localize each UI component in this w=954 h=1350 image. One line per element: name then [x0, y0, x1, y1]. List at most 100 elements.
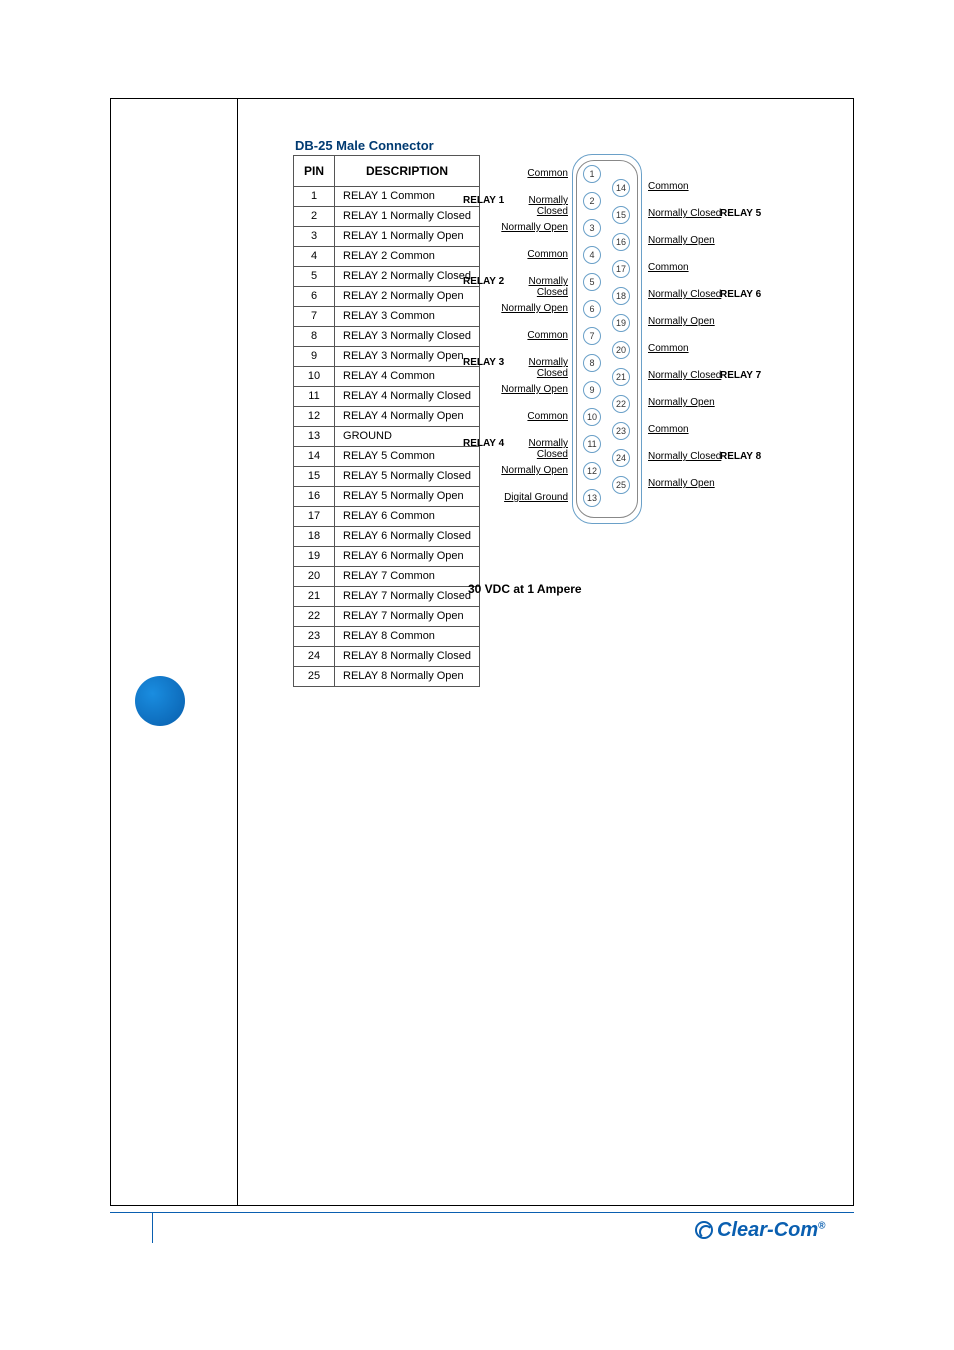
signal-label-right: Common [648, 262, 723, 273]
signal-label-left: Common [498, 411, 568, 422]
col-pin: PIN [294, 156, 335, 187]
relay-label-left: RELAY 2 [463, 276, 504, 287]
signal-label-left: Common [498, 330, 568, 341]
table-row: 22RELAY 7 Normally Open [294, 607, 480, 627]
desc-cell: RELAY 8 Normally Open [335, 667, 480, 687]
pin-cell: 1 [294, 187, 335, 207]
pin-cell: 8 [294, 327, 335, 347]
pin-cell: 13 [294, 427, 335, 447]
desc-cell: RELAY 5 Common [335, 447, 480, 467]
desc-cell: RELAY 6 Normally Open [335, 547, 480, 567]
signal-label-right: Common [648, 181, 723, 192]
signal-label-left: Common [498, 168, 568, 179]
table-row: 19RELAY 6 Normally Open [294, 547, 480, 567]
desc-cell: RELAY 5 Normally Open [335, 487, 480, 507]
pin-circle: 14 [612, 179, 630, 197]
pin-cell: 25 [294, 667, 335, 687]
desc-cell: RELAY 6 Normally Closed [335, 527, 480, 547]
table-row: 3RELAY 1 Normally Open [294, 227, 480, 247]
signal-label-left: Normally Open [498, 465, 568, 476]
pin-cell: 3 [294, 227, 335, 247]
pin-cell: 20 [294, 567, 335, 587]
voltage-rating: 30 VDC at 1 Ampere [468, 582, 582, 596]
signal-label-right: Normally Open [648, 478, 723, 489]
desc-cell: RELAY 2 Common [335, 247, 480, 267]
footer-rule-vertical [152, 1213, 153, 1243]
pin-cell: 2 [294, 207, 335, 227]
relay-label-left: RELAY 4 [463, 438, 504, 449]
pin-cell: 22 [294, 607, 335, 627]
pin-description-table: PIN DESCRIPTION 1RELAY 1 Common2RELAY 1 … [293, 155, 480, 687]
desc-cell: RELAY 7 Common [335, 567, 480, 587]
table-row: 4RELAY 2 Common [294, 247, 480, 267]
pin-circle: 15 [612, 206, 630, 224]
relay-label-right: RELAY 8 [720, 451, 761, 462]
desc-cell: RELAY 7 Normally Closed [335, 587, 480, 607]
signal-label-left: Normally Open [498, 303, 568, 314]
relay-label-left: RELAY 1 [463, 195, 504, 206]
desc-cell: RELAY 8 Common [335, 627, 480, 647]
desc-cell: RELAY 7 Normally Open [335, 607, 480, 627]
pin-circle: 22 [612, 395, 630, 413]
pin-circle: 24 [612, 449, 630, 467]
note-bullet-icon [135, 676, 185, 726]
pin-cell: 6 [294, 287, 335, 307]
pin-circle: 10 [583, 408, 601, 426]
pin-circle: 18 [612, 287, 630, 305]
table-row: 2RELAY 1 Normally Closed [294, 207, 480, 227]
margin-column [110, 98, 238, 1206]
pin-circle: 8 [583, 354, 601, 372]
pin-circle: 1 [583, 165, 601, 183]
pin-circle: 17 [612, 260, 630, 278]
relay-label-right: RELAY 6 [720, 289, 761, 300]
desc-cell: RELAY 4 Common [335, 367, 480, 387]
desc-cell: GROUND [335, 427, 480, 447]
signal-label-left: Normally Closed [498, 357, 568, 379]
pin-cell: 24 [294, 647, 335, 667]
table-row: 24RELAY 8 Normally Closed [294, 647, 480, 667]
table-row: 12RELAY 4 Normally Open [294, 407, 480, 427]
pin-circle: 25 [612, 476, 630, 494]
pin-circle: 21 [612, 368, 630, 386]
relay-label-right: RELAY 7 [720, 370, 761, 381]
relay-label-right: RELAY 5 [720, 208, 761, 219]
pin-circle: 5 [583, 273, 601, 291]
pin-cell: 5 [294, 267, 335, 287]
signal-label-right: Normally Open [648, 235, 723, 246]
pin-circle: 13 [583, 489, 601, 507]
pin-cell: 23 [294, 627, 335, 647]
brand-logo: Clear-Com® [695, 1218, 826, 1242]
signal-label-right: Normally Closed [648, 208, 723, 219]
table-row: 20RELAY 7 Common [294, 567, 480, 587]
desc-cell: RELAY 1 Common [335, 187, 480, 207]
pin-cell: 14 [294, 447, 335, 467]
desc-cell: RELAY 3 Normally Open [335, 347, 480, 367]
table-row: 5RELAY 2 Normally Closed [294, 267, 480, 287]
signal-label-right: Normally Closed [648, 451, 723, 462]
table-row: 17RELAY 6 Common [294, 507, 480, 527]
table-row: 25RELAY 8 Normally Open [294, 667, 480, 687]
desc-cell: RELAY 4 Normally Closed [335, 387, 480, 407]
signal-label-left: Normally Closed [498, 276, 568, 298]
signal-label-left: Normally Open [498, 222, 568, 233]
pin-circle: 2 [583, 192, 601, 210]
connector-title: DB-25 Male Connector [295, 138, 434, 153]
desc-cell: RELAY 4 Normally Open [335, 407, 480, 427]
table-row: 6RELAY 2 Normally Open [294, 287, 480, 307]
brand-icon [695, 1221, 713, 1239]
table-row: 1RELAY 1 Common [294, 187, 480, 207]
table-row: 16RELAY 5 Normally Open [294, 487, 480, 507]
table-row: 23RELAY 8 Common [294, 627, 480, 647]
signal-label-right: Common [648, 343, 723, 354]
pin-cell: 21 [294, 587, 335, 607]
pin-cell: 19 [294, 547, 335, 567]
table-row: 11RELAY 4 Normally Closed [294, 387, 480, 407]
pin-cell: 17 [294, 507, 335, 527]
desc-cell: RELAY 8 Normally Closed [335, 647, 480, 667]
pin-circle: 9 [583, 381, 601, 399]
pin-cell: 16 [294, 487, 335, 507]
pin-cell: 18 [294, 527, 335, 547]
table-row: 15RELAY 5 Normally Closed [294, 467, 480, 487]
pin-cell: 9 [294, 347, 335, 367]
pin-cell: 15 [294, 467, 335, 487]
